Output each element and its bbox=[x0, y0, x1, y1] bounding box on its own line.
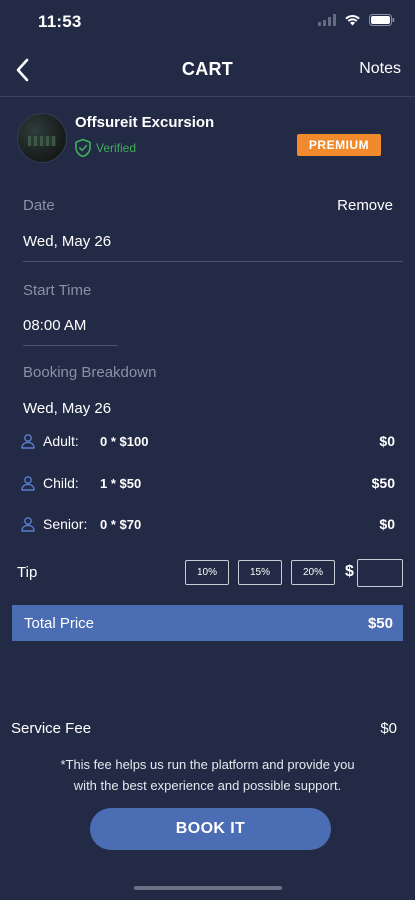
shield-check-icon bbox=[75, 138, 91, 158]
total-price-value: $50 bbox=[367, 614, 393, 632]
home-indicator bbox=[134, 886, 282, 890]
status-icons bbox=[318, 14, 395, 26]
person-icon bbox=[21, 476, 35, 491]
total-price-label: Total Price bbox=[24, 614, 95, 632]
service-fee-value: $0 bbox=[380, 720, 397, 737]
book-it-button[interactable]: BOOK IT bbox=[90, 808, 331, 850]
tip-custom-input[interactable] bbox=[357, 559, 403, 587]
ticket-total: $50 bbox=[371, 475, 395, 491]
ticket-total: $0 bbox=[379, 433, 395, 449]
vendor-name: Offsureit Excursion bbox=[75, 114, 215, 131]
total-price-bar: Total Price $50 bbox=[12, 605, 403, 641]
notes-button[interactable]: Notes bbox=[359, 60, 401, 78]
battery-icon bbox=[369, 14, 395, 26]
start-time-value[interactable]: 08:00 AM bbox=[23, 317, 86, 334]
ticket-type: Child: bbox=[43, 475, 79, 491]
person-icon bbox=[21, 517, 35, 532]
header-divider bbox=[0, 96, 415, 97]
service-fee-label: Service Fee bbox=[11, 720, 92, 737]
page-title: CART bbox=[181, 59, 234, 79]
date-label: Date bbox=[23, 197, 55, 214]
ticket-calc: 0 * $70 bbox=[100, 516, 142, 532]
tip-label: Tip bbox=[17, 564, 38, 581]
service-fee-note: *This fee helps us run the platform and … bbox=[0, 754, 415, 796]
remove-button[interactable]: Remove bbox=[337, 197, 393, 214]
person-icon bbox=[21, 434, 35, 449]
ticket-type: Senior: bbox=[43, 516, 88, 532]
ticket-total: $0 bbox=[379, 516, 395, 532]
date-value[interactable]: Wed, May 26 bbox=[23, 233, 111, 250]
tip-option-20[interactable]: 20% bbox=[291, 560, 335, 585]
breakdown-row-adult: Adult: 0 * $100 $0 bbox=[20, 430, 395, 452]
breakdown-row-senior: Senior: 0 * $70 $0 bbox=[20, 513, 395, 535]
signal-icon bbox=[318, 14, 336, 26]
tip-option-15[interactable]: 15% bbox=[238, 560, 282, 585]
status-time: 11:53 bbox=[38, 12, 82, 31]
breakdown-row-child: Child: 1 * $50 $50 bbox=[20, 472, 395, 494]
premium-badge: PREMIUM bbox=[297, 134, 381, 156]
breakdown-date: Wed, May 26 bbox=[23, 400, 112, 417]
date-underline bbox=[23, 261, 403, 262]
tip-currency-symbol: $ bbox=[345, 563, 354, 580]
start-time-underline bbox=[23, 345, 118, 346]
service-fee-note-line: *This fee helps us run the platform and … bbox=[60, 757, 355, 772]
verified-status: Verified bbox=[74, 138, 136, 158]
vendor-avatar bbox=[17, 113, 67, 163]
start-time-label: Start Time bbox=[23, 282, 92, 299]
ticket-calc: 1 * $50 bbox=[100, 475, 142, 491]
service-fee-note-line: with the best experience and possible su… bbox=[73, 778, 342, 793]
wifi-icon bbox=[345, 15, 360, 26]
booking-breakdown-label: Booking Breakdown bbox=[23, 364, 157, 381]
ticket-calc: 0 * $100 bbox=[100, 433, 149, 449]
verified-label: Verified bbox=[96, 141, 137, 155]
tip-option-10[interactable]: 10% bbox=[185, 560, 229, 585]
ticket-type: Adult: bbox=[43, 433, 79, 449]
